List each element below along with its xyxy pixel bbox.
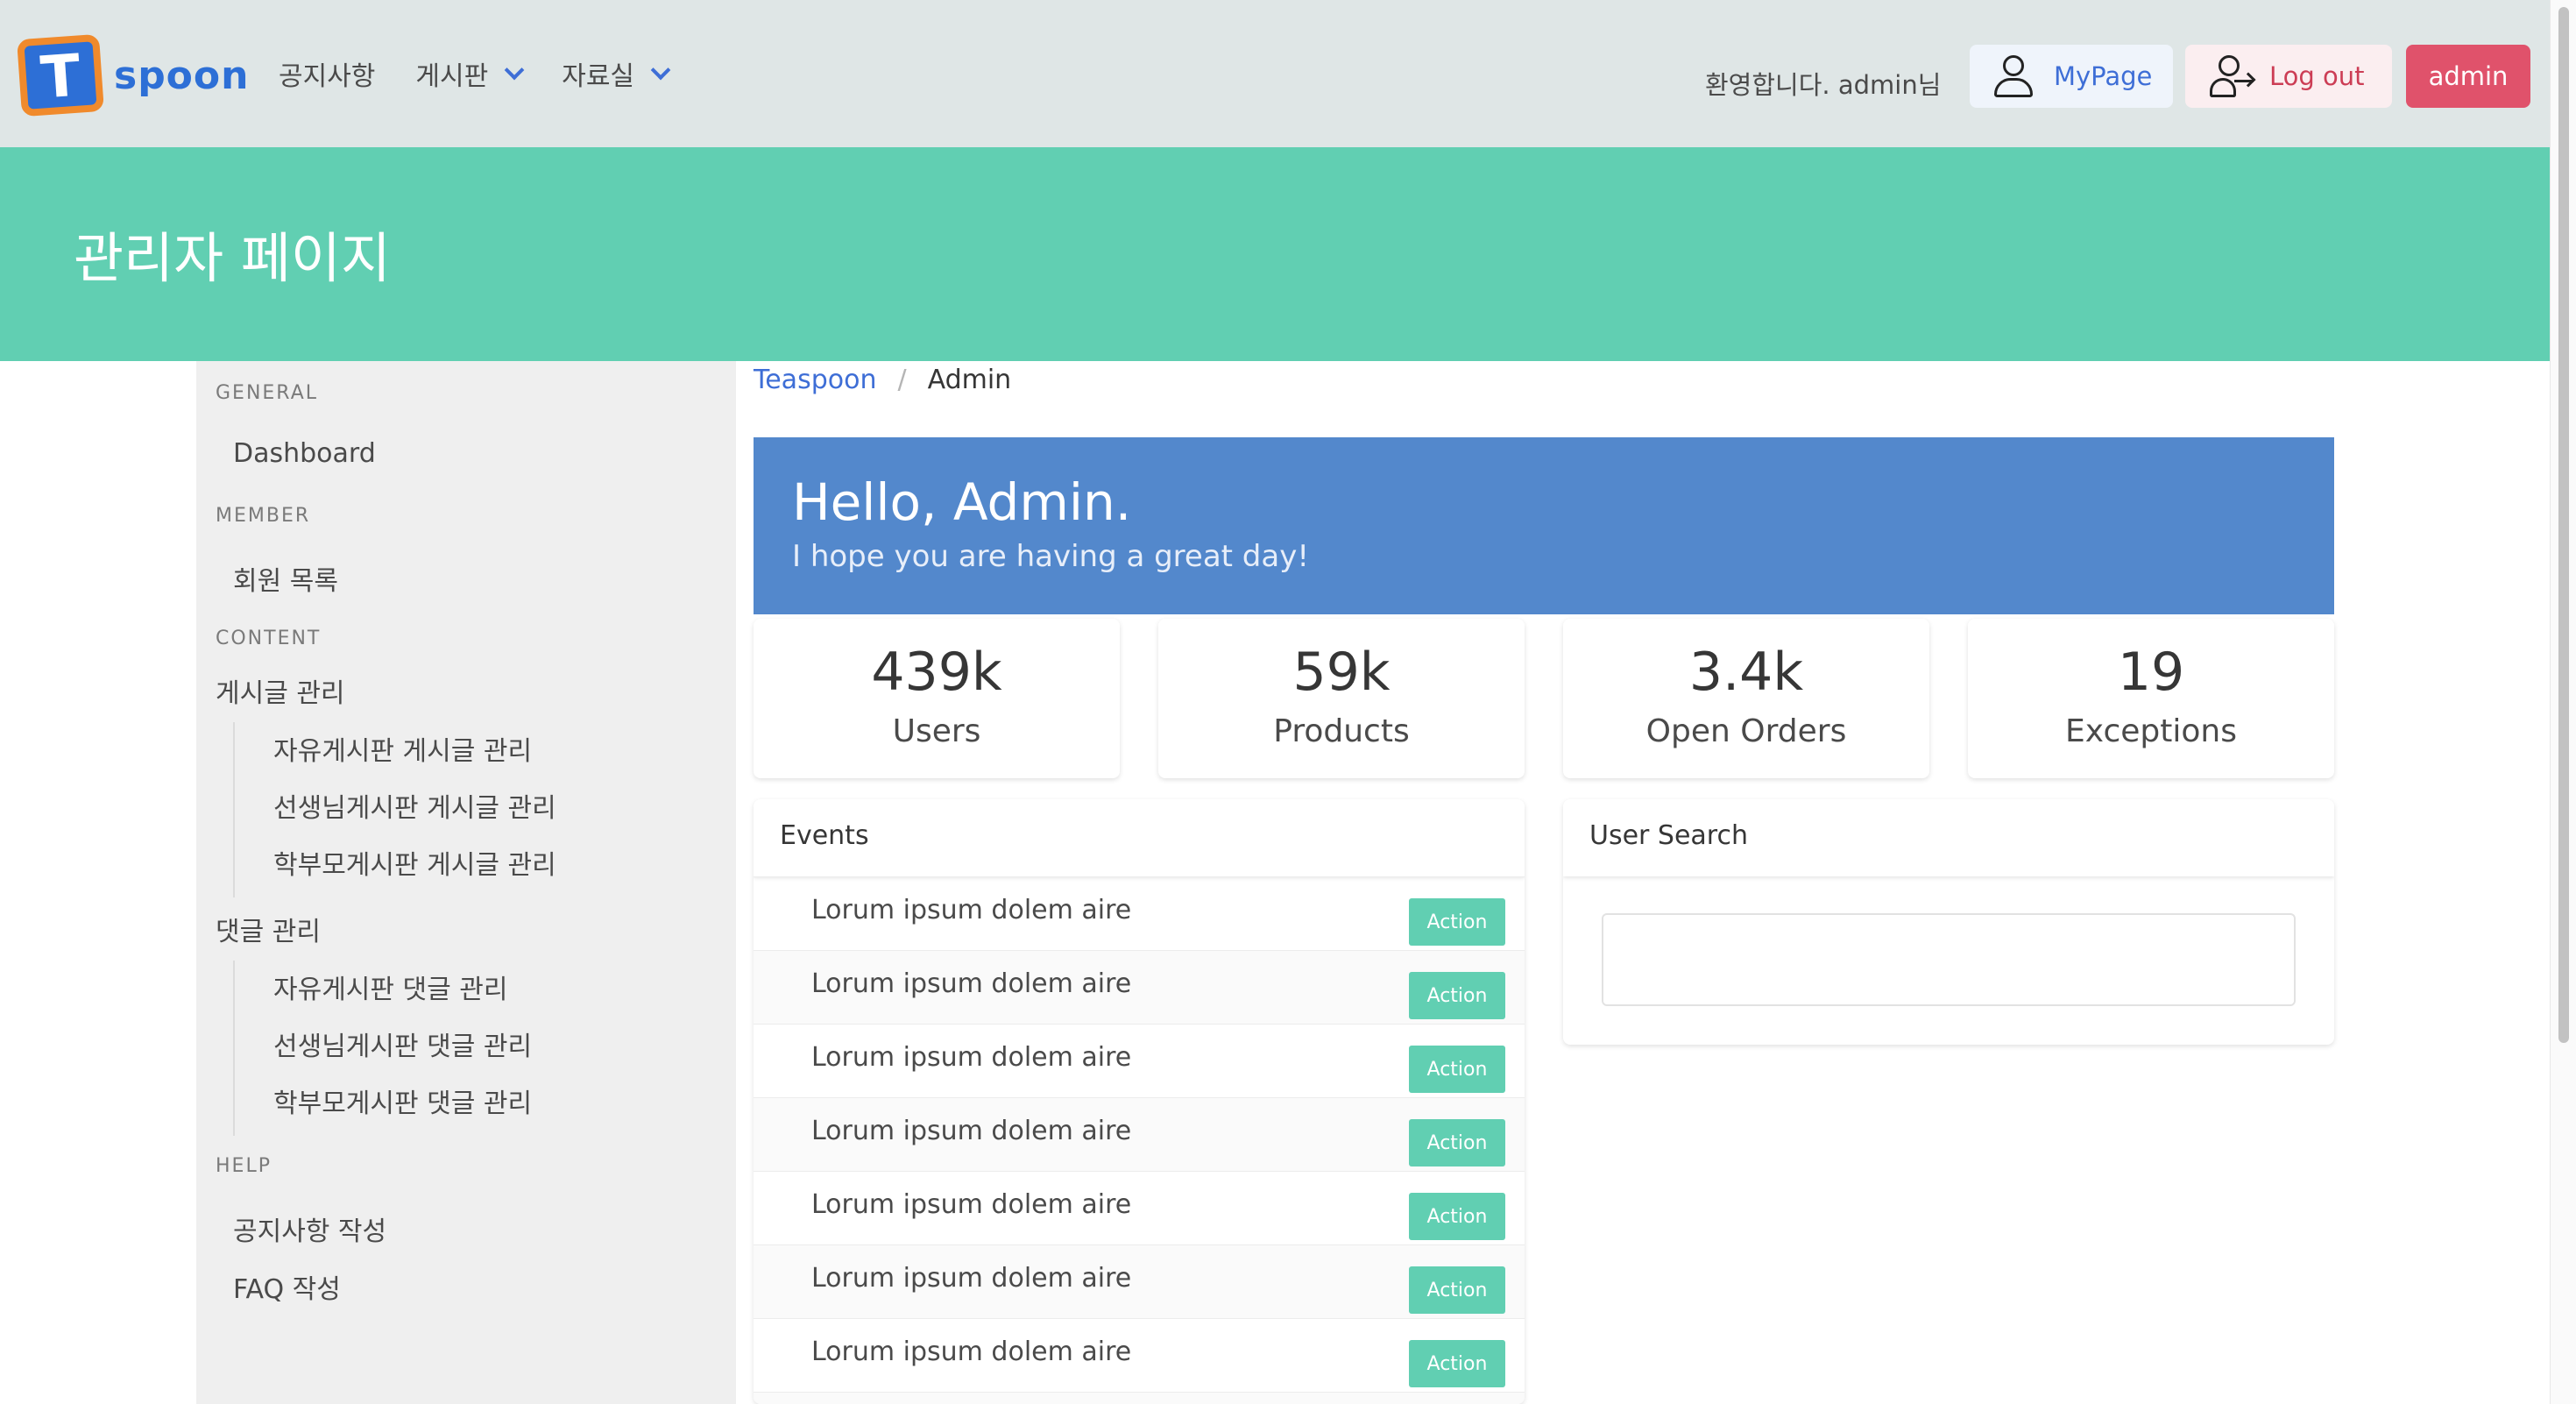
- welcome-banner: Hello, Admin. I hope you are having a gr…: [754, 437, 2334, 614]
- user-search-card: User Search: [1563, 799, 2334, 1045]
- event-row: Lorum ipsum dolem aire Action: [754, 1097, 1525, 1171]
- stat-label: Exceptions: [2065, 713, 2237, 749]
- sidebar-item-dashboard[interactable]: Dashboard: [233, 438, 376, 469]
- logo-letter: T: [38, 41, 83, 112]
- nav-item-label: 자료실: [562, 61, 635, 92]
- events-header: Events: [754, 799, 1525, 876]
- stat-label: Products: [1273, 713, 1410, 749]
- stat-tile-open-orders: 3.4k Open Orders: [1563, 619, 1929, 778]
- user-search-header: User Search: [1563, 799, 2334, 876]
- menu-label-content: CONTENT: [216, 628, 322, 649]
- events-title: Events: [780, 820, 869, 851]
- breadcrumb-separator: /: [897, 365, 907, 395]
- stat-value: 19: [2117, 642, 2185, 703]
- hero-banner: 관리자 페이지: [0, 147, 2550, 361]
- admin-sidebar: GENERAL Dashboard MEMBER 회원 목록 CONTENT 게…: [196, 361, 736, 1404]
- event-text: Lorum ipsum dolem aire: [811, 895, 1132, 925]
- sidebar-item-parent-comments[interactable]: 학부모게시판 댓글 관리: [273, 1081, 532, 1120]
- sidebar-item-post-manage[interactable]: 게시글 관리: [216, 671, 345, 710]
- sidebar-item-free-posts[interactable]: 자유게시판 게시글 관리: [273, 729, 532, 768]
- mypage-label: MyPage: [2054, 61, 2153, 91]
- event-action-button[interactable]: Action: [1409, 1119, 1505, 1166]
- events-card: Events Lorum ipsum dolem aire Action Lor…: [754, 799, 1525, 1404]
- chevron-down-icon: [504, 60, 525, 81]
- scrollbar-thumb[interactable]: [2558, 7, 2569, 1043]
- logout-label: Log out: [2269, 61, 2365, 91]
- sidebar-item-faq-write[interactable]: FAQ 작성: [233, 1267, 341, 1306]
- event-action-button[interactable]: Action: [1409, 1046, 1505, 1093]
- event-action-button[interactable]: Action: [1409, 1266, 1505, 1314]
- stat-tile-exceptions: 19 Exceptions: [1968, 619, 2334, 778]
- mypage-button[interactable]: MyPage: [1970, 45, 2173, 108]
- admin-button[interactable]: admin: [2406, 45, 2530, 108]
- user-icon: [1992, 53, 2038, 99]
- site-logo[interactable]: T spoon: [17, 33, 250, 117]
- menu-label-general: GENERAL: [216, 382, 319, 404]
- nav-item-label: 게시판: [415, 61, 489, 92]
- stat-value: 439k: [871, 642, 1002, 703]
- event-text: Lorum ipsum dolem aire: [811, 1263, 1132, 1294]
- breadcrumb-current: Admin: [927, 365, 1012, 395]
- sidebar-item-notice-write[interactable]: 공지사항 작성: [233, 1209, 386, 1248]
- top-navbar: T spoon 공지사항 게시판 자료실 환영합니다. admin님 MyPag…: [0, 0, 2550, 147]
- welcome-text: 환영합니다. admin님: [1705, 70, 1942, 100]
- comment-submenu: 자유게시판 댓글 관리 선생님게시판 댓글 관리 학부모게시판 댓글 관리: [233, 961, 532, 1136]
- user-logout-icon: [2208, 53, 2256, 99]
- sidebar-item-member-list[interactable]: 회원 목록: [233, 559, 338, 598]
- admin-label: admin: [2428, 61, 2509, 91]
- post-submenu: 자유게시판 게시글 관리 선생님게시판 게시글 관리 학부모게시판 게시글 관리: [233, 722, 556, 897]
- sidebar-item-teacher-comments[interactable]: 선생님게시판 댓글 관리: [273, 1025, 532, 1063]
- event-text: Lorum ipsum dolem aire: [811, 1116, 1132, 1146]
- event-row: Lorum ipsum dolem aire Action: [754, 1024, 1525, 1097]
- menu-label-help: HELP: [216, 1155, 272, 1177]
- event-row: Lorum ipsum dolem aire Action: [754, 1318, 1525, 1392]
- breadcrumb: Teaspoon / Admin: [754, 365, 1011, 395]
- breadcrumb-root-link[interactable]: Teaspoon: [754, 365, 876, 395]
- event-text: Lorum ipsum dolem aire: [811, 968, 1132, 999]
- event-row: Lorum ipsum dolem aire Action: [754, 876, 1525, 950]
- sidebar-item-teacher-posts[interactable]: 선생님게시판 게시글 관리: [273, 786, 556, 825]
- stat-value: 3.4k: [1688, 642, 1804, 703]
- stat-tile-products: 59k Products: [1158, 619, 1525, 778]
- event-action-button[interactable]: Action: [1409, 1193, 1505, 1240]
- stat-label: Users: [892, 713, 981, 749]
- event-action-button[interactable]: Action: [1409, 898, 1505, 946]
- welcome-subtitle: I hope you are having a great day!: [792, 539, 1309, 574]
- event-action-button[interactable]: Action: [1409, 972, 1505, 1019]
- event-row: Lorum ipsum dolem aire Action: [754, 1171, 1525, 1244]
- logo-mark: T: [17, 33, 104, 117]
- nav-item-archive[interactable]: 자료실: [562, 54, 671, 93]
- sidebar-item-comment-manage[interactable]: 댓글 관리: [216, 910, 321, 948]
- nav-item-label: 공지사항: [279, 61, 376, 92]
- nav-item-board[interactable]: 게시판: [415, 54, 525, 93]
- sidebar-item-parent-posts[interactable]: 학부모게시판 게시글 관리: [273, 843, 556, 882]
- chevron-down-icon: [650, 60, 671, 81]
- event-row: Lorum ipsum dolem aire Action: [754, 1244, 1525, 1318]
- stat-value: 59k: [1292, 642, 1391, 703]
- event-text: Lorum ipsum dolem aire: [811, 1042, 1132, 1073]
- sidebar-item-free-comments[interactable]: 자유게시판 댓글 관리: [273, 968, 507, 1006]
- main-menu: 공지사항 게시판 자료실: [279, 54, 708, 93]
- nav-item-notice[interactable]: 공지사항: [279, 54, 375, 93]
- event-action-button[interactable]: Action: [1409, 1340, 1505, 1387]
- stat-tile-users: 439k Users: [754, 619, 1120, 778]
- event-row-partial: [754, 1392, 1525, 1404]
- event-text: Lorum ipsum dolem aire: [811, 1189, 1132, 1220]
- user-search-input[interactable]: [1602, 913, 2296, 1006]
- user-search-title: User Search: [1589, 820, 1748, 851]
- welcome-title: Hello, Admin.: [792, 472, 1132, 532]
- logo-text: spoon: [114, 53, 250, 98]
- event-text: Lorum ipsum dolem aire: [811, 1337, 1132, 1367]
- logout-button[interactable]: Log out: [2185, 45, 2392, 108]
- page-title: 관리자 페이지: [74, 226, 391, 290]
- stat-label: Open Orders: [1645, 713, 1847, 749]
- menu-label-member: MEMBER: [216, 505, 311, 527]
- event-row: Lorum ipsum dolem aire Action: [754, 950, 1525, 1024]
